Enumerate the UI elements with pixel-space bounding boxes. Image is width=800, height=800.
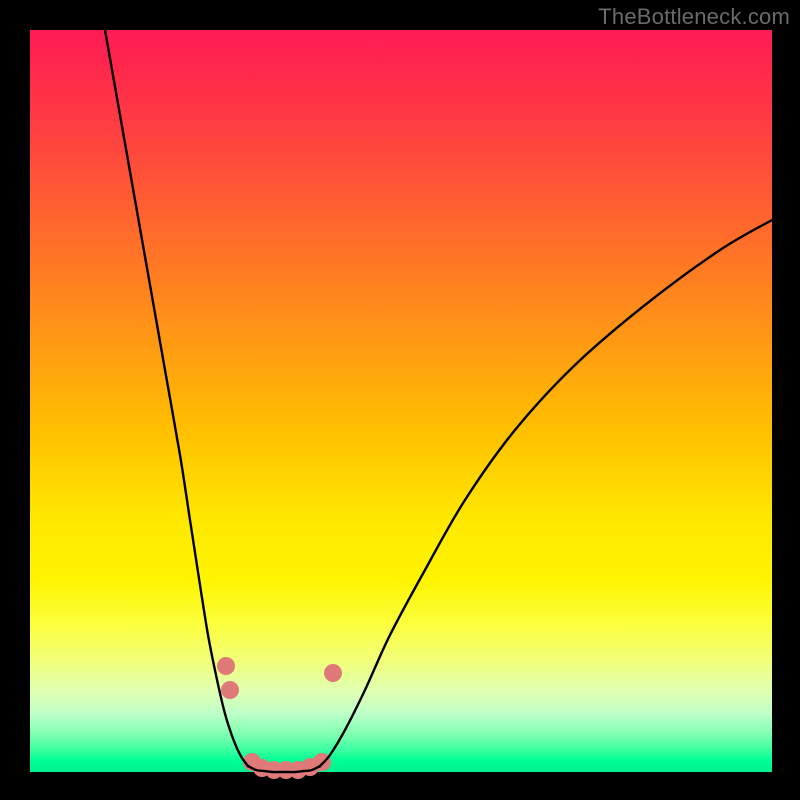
marker-dots: [217, 657, 342, 779]
curve-layer: [30, 30, 772, 772]
watermark-text: TheBottleneck.com: [598, 4, 790, 30]
marker-dot: [221, 681, 239, 699]
bottleneck-curve: [105, 30, 772, 772]
plot-area: [30, 30, 772, 772]
marker-dot: [217, 657, 235, 675]
marker-dot: [324, 664, 342, 682]
chart-frame: TheBottleneck.com: [0, 0, 800, 800]
